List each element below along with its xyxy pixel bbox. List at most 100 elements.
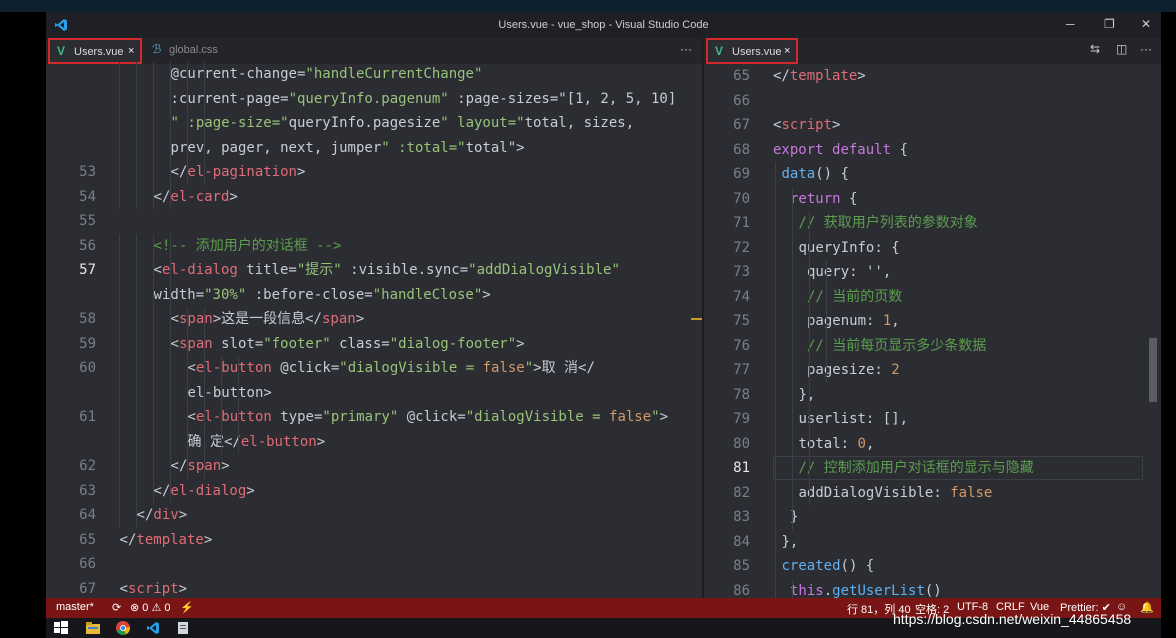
vue-file-icon: V — [57, 44, 66, 58]
chrome-icon[interactable] — [116, 621, 130, 635]
git-branch[interactable]: master* — [56, 601, 94, 613]
right-code-editor[interactable]: 65 </template> 66 67 <script> 68 export defaul… — [704, 64, 1161, 598]
code-line: this.getUserList() — [790, 582, 942, 599]
indent-guide — [153, 160, 154, 185]
indent-guide — [775, 186, 776, 211]
minimize-button[interactable]: ─ — [1066, 17, 1075, 31]
line-number: 55 — [79, 213, 96, 229]
code-line: <el-dialog title="提示" :visible.sync="add… — [153, 262, 620, 278]
code-line: <span>这是一段信息</span> — [170, 311, 365, 327]
line-number: 57 — [79, 262, 96, 278]
code-line: userlist: [], — [798, 411, 909, 427]
windows-start-icon[interactable] — [54, 621, 68, 635]
code-line: <el-button @click="dialogVisible = false… — [187, 360, 595, 376]
right-tab-bar: V Users.vue × ⇆ ◫ ··· — [704, 38, 1161, 64]
code-line: // 当前每页显示多少条数据 — [807, 337, 987, 354]
indent-guide — [136, 258, 137, 283]
line-number — [46, 87, 96, 111]
indent-guide — [136, 454, 137, 479]
code-line: }, — [798, 386, 816, 403]
indent-guide — [809, 480, 810, 505]
indent-guide — [826, 309, 827, 334]
indent-guide — [809, 309, 810, 334]
indent-guide — [809, 235, 810, 260]
indent-guide — [119, 86, 120, 111]
indent-guide — [775, 480, 776, 505]
bell-icon[interactable]: 🔔 — [1140, 601, 1154, 614]
indent-guide — [170, 135, 171, 160]
tab-close-icon[interactable]: × — [784, 45, 790, 57]
indent-guide — [775, 407, 776, 432]
more-actions-icon[interactable]: ··· — [1140, 42, 1152, 56]
tab-global-css[interactable]: ℬ global.css — [145, 38, 225, 64]
indent-guide — [792, 431, 793, 456]
indent-guide — [826, 284, 827, 309]
indent-guide — [153, 429, 154, 454]
tab-close-icon[interactable]: × — [128, 45, 134, 57]
close-window-button[interactable]: ✕ — [1141, 17, 1151, 31]
line-number: 79 — [733, 411, 750, 427]
line-number: 85 — [733, 558, 750, 574]
indent-guide — [775, 358, 776, 383]
tab-users-vue-left[interactable]: V Users.vue × — [48, 38, 142, 64]
indent-guide — [187, 86, 188, 111]
maximize-button[interactable]: ❐ — [1104, 17, 1115, 31]
line-number: 80 — [733, 435, 750, 452]
indent-guide — [775, 456, 776, 481]
notepad-icon[interactable] — [176, 621, 190, 635]
indent-guide — [221, 356, 222, 381]
indent-guide — [792, 407, 793, 432]
code-line: query: '', — [807, 264, 892, 280]
line-number: 54 — [79, 188, 96, 205]
line-number: 66 — [733, 92, 750, 109]
indent-guide — [221, 380, 222, 405]
more-actions-icon[interactable]: ··· — [680, 42, 692, 56]
line-number — [46, 381, 96, 405]
line-number: 83 — [733, 509, 750, 525]
indent-guide — [792, 456, 793, 481]
code-line: pagesize: 2 — [807, 362, 900, 378]
indent-guide — [775, 505, 776, 530]
line-number: 78 — [733, 386, 750, 403]
left-code-editor[interactable]: @current-change="handleCurrentChange" :cu… — [46, 62, 702, 598]
indent-guide — [170, 356, 171, 381]
indent-guide — [136, 282, 137, 307]
code-line: 确 定</el-button> — [187, 433, 326, 450]
indent-guide — [221, 429, 222, 454]
indent-guide — [792, 235, 793, 260]
tab-users-vue-right[interactable]: V Users.vue × — [706, 38, 798, 64]
line-number: 73 — [733, 264, 750, 280]
line-number: 53 — [79, 164, 96, 180]
code-line: @current-change="handleCurrentChange" — [170, 66, 483, 82]
indent-guide — [792, 333, 793, 358]
vscode-taskbar-icon[interactable] — [146, 621, 160, 635]
code-line: <script> — [119, 580, 187, 597]
split-editor-icon[interactable]: ◫ — [1116, 42, 1127, 56]
lightning-icon[interactable]: ⚡ — [180, 601, 194, 614]
indent-guide — [809, 333, 810, 358]
indent-guide — [187, 111, 188, 136]
indent-guide — [119, 111, 120, 136]
vertical-scrollbar-thumb[interactable] — [1149, 338, 1157, 402]
file-explorer-icon[interactable] — [86, 621, 100, 635]
left-tab-bar: V Users.vue × ℬ global.css ··· — [46, 38, 702, 64]
indent-guide — [187, 454, 188, 479]
sync-icon[interactable]: ⟳ — [112, 601, 121, 614]
indent-guide — [136, 233, 137, 258]
indent-guide — [170, 233, 171, 258]
open-changes-icon[interactable]: ⇆ — [1090, 42, 1100, 56]
indent-guide — [153, 356, 154, 381]
indent-guide — [204, 160, 205, 185]
indent-guide — [187, 135, 188, 160]
code-line: :current-page="queryInfo.pagenum" :page-… — [170, 90, 677, 107]
indent-guide — [775, 431, 776, 456]
indent-guide — [119, 307, 120, 332]
indent-guide — [136, 111, 137, 136]
code-line: </span> — [170, 458, 230, 474]
indent-guide — [187, 331, 188, 356]
indent-guide — [119, 62, 120, 87]
indent-guide — [136, 307, 137, 332]
line-number — [46, 283, 96, 307]
css-file-icon: ℬ — [152, 42, 162, 56]
problems-counter[interactable]: ⊗ 0 ⚠ 0 — [130, 601, 170, 614]
